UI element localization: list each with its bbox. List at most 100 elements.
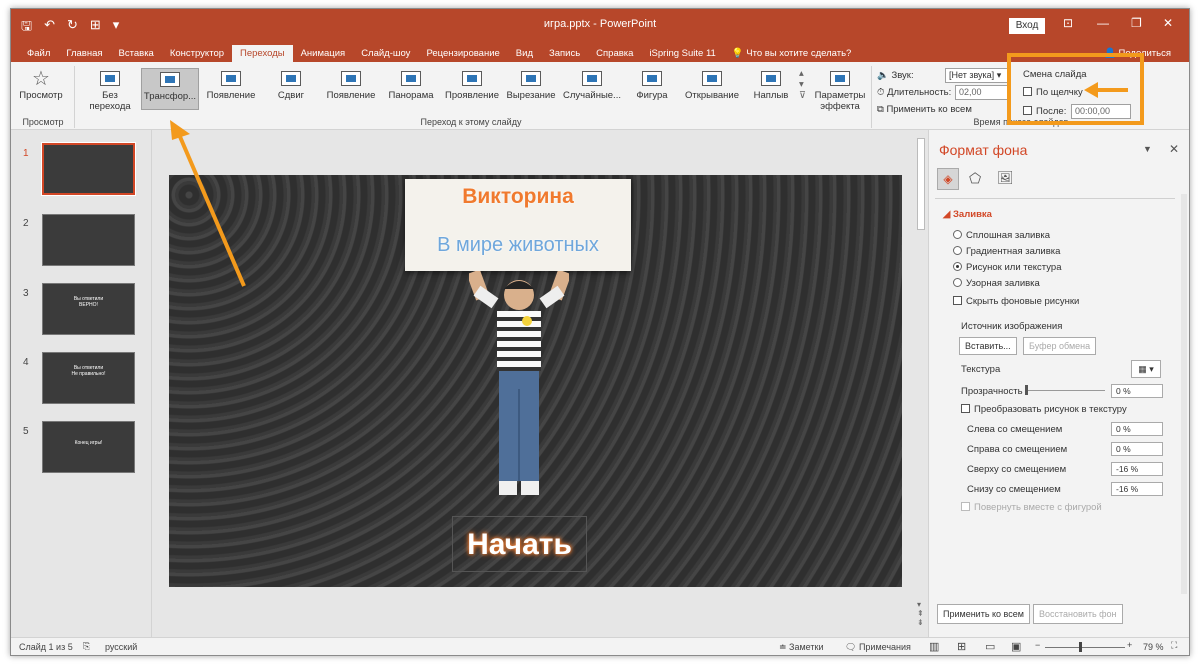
- slide-thumbnail-2[interactable]: [42, 214, 135, 266]
- transition-fade[interactable]: Появление: [203, 68, 259, 110]
- transition-wipe[interactable]: Появление: [323, 68, 379, 110]
- slide-subtitle[interactable]: В мире животных: [405, 234, 631, 257]
- transition-uncover[interactable]: Открывание: [681, 68, 743, 110]
- transition-reveal[interactable]: Проявление: [443, 68, 501, 110]
- fill-section-header[interactable]: ◢ Заливка: [943, 209, 992, 220]
- notes-button[interactable]: ≐ Заметки: [779, 642, 823, 653]
- slide-thumbnail-1[interactable]: [41, 142, 136, 196]
- offset-right-spinner[interactable]: 0 %: [1111, 442, 1163, 456]
- close-icon[interactable]: ✕: [1163, 16, 1173, 30]
- reset-background-button[interactable]: Восстановить фон: [1033, 604, 1123, 624]
- tab-design[interactable]: Конструктор: [162, 45, 232, 62]
- gallery-scroll-icon[interactable]: ▴ ▾ ⊽: [799, 68, 806, 101]
- tile-picture-checkbox[interactable]: Преобразовать рисунок в текстуру: [961, 404, 1127, 415]
- slide-canvas[interactable]: Викторина В мире животных Начать: [169, 175, 902, 587]
- transparency-spinner[interactable]: 0 %: [1111, 384, 1163, 398]
- tab-review[interactable]: Рецензирование: [418, 45, 507, 62]
- hide-background-checkbox[interactable]: Скрыть фоновые рисунки: [953, 296, 1079, 307]
- zoom-in-icon[interactable]: +: [1127, 640, 1132, 650]
- slide-thumbnail-5[interactable]: Конец игры!: [42, 421, 135, 473]
- zoom-slider-handle[interactable]: [1079, 642, 1082, 652]
- offset-bottom-spinner[interactable]: -16 %: [1111, 482, 1163, 496]
- slide-thumbnail-3[interactable]: Вы ответили ВЕРНО!: [42, 283, 135, 335]
- zoom-out-icon[interactable]: −: [1035, 640, 1040, 650]
- tab-view[interactable]: Вид: [508, 45, 541, 62]
- child-picture[interactable]: [469, 271, 569, 506]
- effects-pentagon-icon[interactable]: ⬠: [969, 170, 981, 187]
- effect-options-button[interactable]: Параметры эффекта: [813, 68, 867, 112]
- share-button[interactable]: 👤 Поделиться: [1096, 45, 1179, 62]
- transition-cut[interactable]: Вырезание: [503, 68, 559, 110]
- offset-top-spinner[interactable]: -16 %: [1111, 462, 1163, 476]
- tab-help[interactable]: Справка: [588, 45, 641, 62]
- pane-options-icon[interactable]: ▼: [1143, 144, 1152, 154]
- transparency-slider[interactable]: [1025, 390, 1105, 391]
- picture-fill-radio[interactable]: Рисунок или текстура: [953, 262, 1061, 273]
- preview-button[interactable]: ☆ Просмотр: [15, 68, 67, 110]
- tab-ispring[interactable]: iSpring Suite 11: [641, 45, 723, 62]
- pattern-fill-radio[interactable]: Узорная заливка: [953, 278, 1040, 289]
- tab-slideshow[interactable]: Слайд-шоу: [353, 45, 418, 62]
- rotate-with-shape-checkbox[interactable]: Повернуть вместе с фигурой: [961, 502, 1102, 513]
- solid-fill-radio[interactable]: Сплошная заливка: [953, 230, 1050, 241]
- transition-shape[interactable]: Фигура: [625, 68, 679, 110]
- duration-input[interactable]: 02,00: [955, 85, 1011, 100]
- tell-me-search[interactable]: 💡 Что вы хотите сделать?: [724, 45, 860, 62]
- slide-number: 2: [23, 218, 29, 229]
- slide-counter: Слайд 1 из 5: [19, 642, 73, 652]
- vertical-scrollbar[interactable]: ▾ ⇞ ⇟: [915, 130, 927, 637]
- reading-view-icon[interactable]: ▭: [985, 640, 995, 653]
- group-timing-label: Время показа слайдов: [973, 117, 1069, 127]
- transition-cover[interactable]: Наплыв: [745, 68, 797, 110]
- sound-select[interactable]: [Нет звука] ▾: [945, 68, 1011, 83]
- transition-none[interactable]: Без перехода: [81, 68, 139, 112]
- checkbox-icon: [961, 404, 970, 413]
- pane-close-icon[interactable]: ✕: [1169, 142, 1179, 156]
- scroll-down-icon[interactable]: ▾ ⇞ ⇟: [917, 600, 924, 627]
- slideshow-icon[interactable]: ▣: [1011, 640, 1021, 653]
- slider-handle[interactable]: [1025, 385, 1028, 395]
- radio-icon: [953, 230, 962, 239]
- clipboard-button[interactable]: Буфер обмена: [1023, 337, 1097, 355]
- offset-left-spinner[interactable]: 0 %: [1111, 422, 1163, 436]
- on-click-checkbox[interactable]: По щелчку: [1023, 87, 1083, 98]
- slide-thumbnail-4[interactable]: Вы ответили Не правильно!: [42, 352, 135, 404]
- zoom-level[interactable]: 79 %: [1143, 642, 1164, 652]
- insert-picture-button[interactable]: Вставить...: [959, 337, 1017, 355]
- language-indicator[interactable]: русский: [105, 642, 137, 652]
- picture-icon[interactable]: 🖼: [997, 170, 1014, 186]
- zoom-slider[interactable]: [1045, 647, 1125, 648]
- ribbon-display-icon[interactable]: ⊡: [1063, 16, 1073, 30]
- tab-insert[interactable]: Вставка: [111, 45, 162, 62]
- accessibility-icon[interactable]: ⎘: [83, 641, 90, 652]
- scroll-thumb[interactable]: [917, 138, 925, 230]
- transition-split[interactable]: Панорама: [383, 68, 439, 110]
- gradient-fill-radio[interactable]: Градиентная заливка: [953, 246, 1060, 257]
- start-button[interactable]: Начать: [452, 516, 587, 572]
- maximize-icon[interactable]: ❐: [1131, 16, 1142, 30]
- apply-to-all-button[interactable]: Применить ко всем: [937, 604, 1030, 624]
- checkbox-icon: [1023, 106, 1032, 115]
- comments-button[interactable]: 🗨 Примечания: [845, 642, 911, 653]
- vertical-scrollbar[interactable]: [1181, 194, 1187, 594]
- fill-bucket-icon[interactable]: ◈: [937, 168, 959, 190]
- tab-file[interactable]: Файл: [19, 45, 58, 62]
- transition-random-bars[interactable]: Случайные...: [561, 68, 623, 110]
- normal-view-icon[interactable]: ▥: [929, 640, 939, 653]
- fit-to-window-icon[interactable]: ⛶: [1171, 640, 1177, 651]
- notes-icon: ≐: [779, 642, 790, 652]
- slide-title[interactable]: Викторина: [405, 185, 631, 209]
- tab-transitions[interactable]: Переходы: [232, 45, 293, 62]
- texture-picker-icon[interactable]: ▦ ▾: [1131, 360, 1161, 378]
- transition-push[interactable]: Сдвиг: [263, 68, 319, 110]
- transition-morph[interactable]: Трансфор...: [141, 68, 199, 110]
- tab-record[interactable]: Запись: [541, 45, 588, 62]
- minimize-icon[interactable]: —: [1097, 16, 1109, 30]
- apply-all-button[interactable]: ⧉ Применить ко всем: [877, 104, 972, 115]
- after-checkbox[interactable]: После:: [1023, 106, 1066, 117]
- tab-animations[interactable]: Анимация: [293, 45, 354, 62]
- login-button[interactable]: Вход: [1009, 18, 1045, 34]
- tab-home[interactable]: Главная: [58, 45, 110, 62]
- slide-sorter-icon[interactable]: ⊞: [957, 640, 966, 653]
- checkbox-icon: [1023, 87, 1032, 96]
